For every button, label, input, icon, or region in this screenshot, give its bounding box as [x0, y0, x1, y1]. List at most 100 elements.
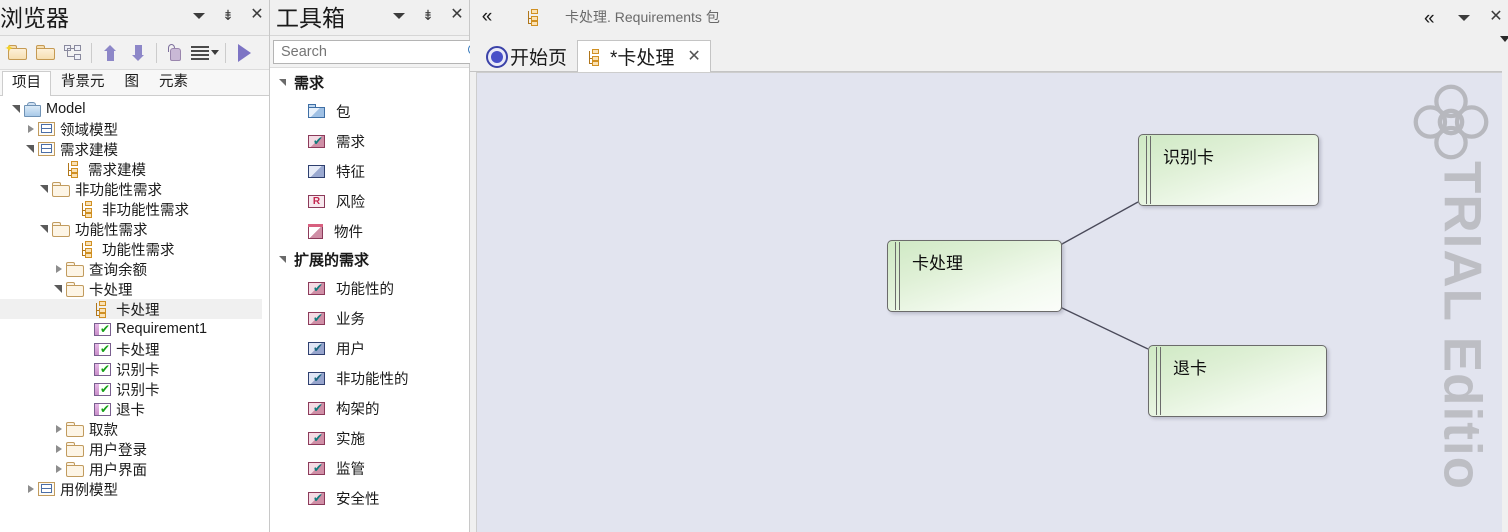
tree-item[interactable]: 用户界面 — [0, 459, 262, 479]
search-input-wrapper[interactable] — [273, 39, 488, 64]
tree-item[interactable]: 需求建模 — [0, 139, 262, 159]
tree-expander-collapsed[interactable] — [52, 419, 66, 439]
diagram-node[interactable]: 退卡 — [1148, 345, 1327, 417]
toolbox-item-label: 包 — [336, 104, 351, 121]
toolbox-item[interactable]: ✔ 实施 — [270, 423, 469, 453]
right-scroll-edge[interactable] — [1500, 34, 1508, 532]
browser-tab-0[interactable]: 项目 — [2, 71, 51, 96]
tree-item-label: 退卡 — [116, 402, 145, 419]
toolbox-item[interactable]: 物件 — [270, 216, 469, 246]
move-up-button[interactable] — [96, 39, 124, 67]
tree-item-label: 识别卡 — [116, 362, 160, 379]
toolbox-item[interactable]: ✔ 安全性 — [270, 483, 469, 513]
toolbox-item[interactable]: ✔ 功能性的 — [270, 273, 469, 303]
collapse-left-button[interactable]: « — [470, 0, 504, 34]
run-button[interactable] — [230, 39, 258, 67]
tree-item[interactable]: 取款 — [0, 419, 262, 439]
diagram-node[interactable]: 识别卡 — [1138, 134, 1319, 206]
tree-expander-collapsed[interactable] — [52, 259, 66, 279]
tree-expander-expanded[interactable] — [52, 279, 66, 299]
tree-expander-expanded[interactable] — [10, 99, 24, 119]
tree-item[interactable]: 查询余额 — [0, 259, 262, 279]
toolbox-item[interactable]: ✔ 非功能性的 — [270, 363, 469, 393]
tree-item[interactable]: 用例模型 — [0, 479, 262, 499]
tree-expander-collapsed[interactable] — [24, 479, 38, 499]
search-input[interactable] — [281, 43, 468, 60]
close-icon[interactable]: ✕ — [449, 6, 465, 24]
toolbox-item[interactable]: ✔ 用户 — [270, 333, 469, 363]
requirement-icon: ✔ — [308, 431, 325, 445]
tree-item[interactable]: ✔ Requirement1 — [0, 319, 262, 339]
model-tree[interactable]: Model 领域模型 需求建模 需求建模 非功能性需求 非功能性需求 功能性需求 功能性需求查… — [0, 99, 262, 532]
tree-item[interactable]: 卡处理 — [0, 279, 262, 299]
tree-expander-expanded[interactable] — [38, 219, 52, 239]
hand-icon — [167, 44, 183, 61]
diagram-icon — [66, 161, 83, 178]
tree-expander-collapsed[interactable] — [24, 119, 38, 139]
collapse-right-button[interactable]: « — [1424, 8, 1440, 29]
toolbox-item[interactable]: ✔ 监管 — [270, 453, 469, 483]
tree-item[interactable]: Model — [0, 99, 262, 119]
tree-item[interactable]: 领域模型 — [0, 119, 262, 139]
browser-tab-3[interactable]: 元素 — [149, 70, 198, 95]
requirement-icon: ✔ — [94, 362, 111, 376]
toolbox-item[interactable]: R 风险 — [270, 186, 469, 216]
browser-tab-1[interactable]: 背景元 — [51, 70, 115, 95]
tree-item-label: 需求建模 — [88, 162, 146, 179]
tree-item[interactable]: 卡处理 — [0, 299, 262, 319]
toolbox-item[interactable]: ✔ 需求 — [270, 126, 469, 156]
chevron-down-icon[interactable] — [1456, 8, 1472, 26]
model-package-icon — [24, 101, 41, 117]
toolbox-group-header[interactable]: 需求 — [270, 69, 469, 96]
pin-icon[interactable]: ⇟ — [420, 6, 436, 24]
toolbox-item-label: 业务 — [336, 311, 365, 328]
artifact-icon — [308, 223, 323, 239]
tree-expander-collapsed[interactable] — [52, 459, 66, 479]
list-options-button[interactable] — [189, 39, 221, 67]
chevron-down-icon[interactable] — [191, 6, 207, 24]
tree-item[interactable]: ✔ 卡处理 — [0, 339, 262, 359]
view-icon — [38, 482, 55, 496]
tree-expander-expanded[interactable] — [24, 139, 38, 159]
tree-item[interactable]: 功能性需求 — [0, 239, 262, 259]
move-down-button[interactable] — [124, 39, 152, 67]
diagram-connector[interactable] — [1062, 201, 1139, 244]
tree-expander-collapsed[interactable] — [52, 439, 66, 459]
tree-item[interactable]: 非功能性需求 — [0, 199, 262, 219]
tree-item[interactable]: ✔ 识别卡 — [0, 359, 262, 379]
diagram-button[interactable] — [59, 39, 87, 67]
diagram-icon — [64, 45, 82, 60]
scroll-down-arrow-icon[interactable] — [1500, 36, 1508, 42]
tree-item[interactable]: ✔ 退卡 — [0, 399, 262, 419]
tree-expander-empty — [80, 319, 94, 339]
diagram-connector[interactable] — [1062, 308, 1149, 350]
pin-icon[interactable]: ⇟ — [220, 6, 236, 24]
document-tab-0[interactable]: 开始页 — [476, 40, 577, 72]
drag-button[interactable] — [161, 39, 189, 67]
tree-expander-expanded[interactable] — [38, 179, 52, 199]
open-package-button[interactable] — [31, 39, 59, 67]
toolbox-item[interactable]: 包 — [270, 96, 469, 126]
diagram-canvas[interactable]: 卡处理 识别卡 退卡 TRIAL Editio — [476, 72, 1502, 532]
document-tab-1[interactable]: *卡处理 ✕ — [577, 40, 711, 72]
browser-tab-2[interactable]: 图 — [115, 70, 150, 95]
view-icon — [38, 122, 55, 136]
close-icon[interactable]: ✕ — [1488, 8, 1504, 26]
close-icon[interactable]: ✕ — [249, 6, 265, 24]
tree-item[interactable]: ✔ 识别卡 — [0, 379, 262, 399]
toolbox-item[interactable]: 特征 — [270, 156, 469, 186]
tree-item[interactable]: 用户登录 — [0, 439, 262, 459]
tree-item[interactable]: 非功能性需求 — [0, 179, 262, 199]
arrow-up-icon — [103, 44, 117, 61]
toolbox-item[interactable]: ✔ 构架的 — [270, 393, 469, 423]
diagram-node[interactable]: 卡处理 — [887, 240, 1062, 312]
tree-expander-empty — [52, 159, 66, 179]
tree-item-label: 功能性需求 — [102, 242, 175, 259]
tree-item[interactable]: 功能性需求 — [0, 219, 262, 239]
new-package-button[interactable]: ✦ — [3, 39, 31, 67]
tree-item[interactable]: 需求建模 — [0, 159, 262, 179]
chevron-down-icon[interactable] — [391, 6, 407, 24]
toolbox-group-header[interactable]: 扩展的需求 — [270, 246, 469, 273]
toolbox-item[interactable]: ✔ 业务 — [270, 303, 469, 333]
close-icon[interactable]: ✕ — [687, 48, 700, 65]
